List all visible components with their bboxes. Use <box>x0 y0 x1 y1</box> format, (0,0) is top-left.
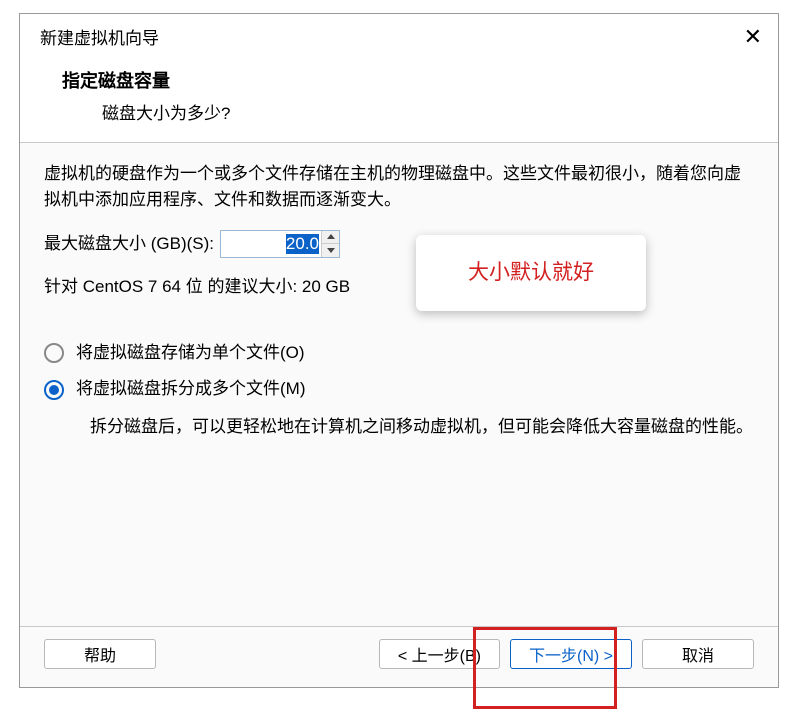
radio-icon <box>44 380 64 400</box>
description-text: 虚拟机的硬盘作为一个或多个文件存储在主机的物理磁盘中。这些文件最初很小，随着您向… <box>44 161 754 214</box>
recommended-size-text: 针对 CentOS 7 64 位 的建议大小: 20 GB <box>44 274 754 300</box>
callout-text: 大小默认就好 <box>468 257 594 290</box>
radio-label: 将虚拟磁盘拆分成多个文件(M) <box>76 376 305 402</box>
help-button[interactable]: 帮助 <box>44 639 156 669</box>
back-button[interactable]: < 上一步(B) <box>379 639 500 669</box>
dialog-title: 新建虚拟机向导 <box>40 24 159 49</box>
content-area: 虚拟机的硬盘作为一个或多个文件存储在主机的物理磁盘中。这些文件最初很小，随着您向… <box>20 143 778 626</box>
disk-size-input[interactable] <box>221 231 321 257</box>
page-title: 指定磁盘容量 <box>62 67 758 93</box>
header-section: 指定磁盘容量 磁盘大小为多少? <box>20 59 778 142</box>
disk-storage-radio-group: 将虚拟磁盘存储为单个文件(O) 将虚拟磁盘拆分成多个文件(M) 拆分磁盘后，可以… <box>44 340 754 440</box>
radio-split-multiple[interactable]: 将虚拟磁盘拆分成多个文件(M) <box>44 376 754 402</box>
spinner-buttons <box>321 231 339 257</box>
next-button[interactable]: 下一步(N) > <box>510 639 632 669</box>
annotation-callout: 大小默认就好 <box>416 235 646 311</box>
spinner-down-icon[interactable] <box>322 244 339 257</box>
cancel-button[interactable]: 取消 <box>642 639 754 669</box>
close-icon[interactable]: ✕ <box>744 26 762 48</box>
page-subtitle: 磁盘大小为多少? <box>62 99 758 124</box>
disk-size-spinner[interactable] <box>220 230 340 258</box>
wizard-dialog: 新建虚拟机向导 ✕ 指定磁盘容量 磁盘大小为多少? 虚拟机的硬盘作为一个或多个文… <box>19 13 779 688</box>
radio-icon <box>44 343 64 363</box>
radio-label: 将虚拟磁盘存储为单个文件(O) <box>76 340 305 366</box>
radio-store-single[interactable]: 将虚拟磁盘存储为单个文件(O) <box>44 340 754 366</box>
footer-buttons: 帮助 < 上一步(B) 下一步(N) > 取消 <box>20 627 778 687</box>
spinner-up-icon[interactable] <box>322 231 339 245</box>
disk-size-row: 最大磁盘大小 (GB)(S): <box>44 230 754 258</box>
disk-size-label: 最大磁盘大小 (GB)(S): <box>44 231 214 257</box>
titlebar: 新建虚拟机向导 ✕ <box>20 14 778 59</box>
split-description: 拆分磁盘后，可以更轻松地在计算机之间移动虚拟机，但可能会降低大容量磁盘的性能。 <box>44 413 754 440</box>
